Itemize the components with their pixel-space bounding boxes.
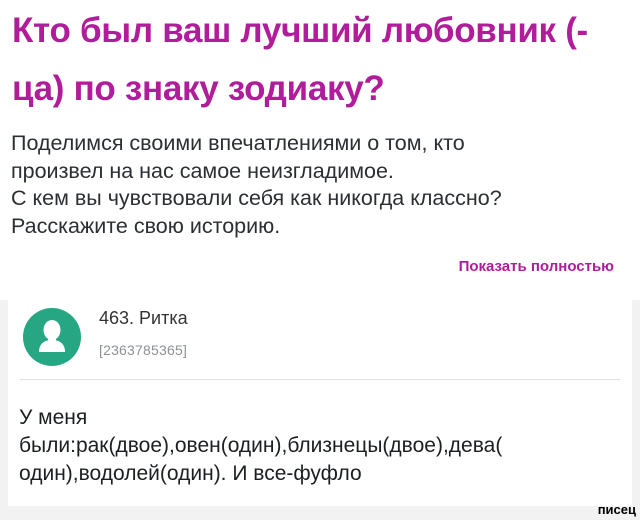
post-body-line: Расскажите свою историю. <box>11 213 281 238</box>
comment-card: 463. Ритка [2363785365] У меня были:рак(… <box>8 300 632 506</box>
comment-line: один),водолей(один). И все-фуфло <box>19 462 362 485</box>
post-body-line: Поделимся своими впечатлениями о том, кт… <box>11 131 465 155</box>
post-title-line: ца) по знаку зодиаку? <box>12 69 385 108</box>
comment-text: У меня были:рак(двое),овен(один),близнец… <box>19 404 629 488</box>
post-body-line: произвел на нас самое неизгладимое. <box>11 158 394 183</box>
comment-line: были:рак(двое),овен(один),близнецы(двое)… <box>19 434 503 457</box>
watermark: писец <box>597 502 636 517</box>
divider <box>20 379 620 380</box>
post-title-line: Кто был ваш лучший любовник (- <box>12 11 588 50</box>
comment-author[interactable]: 463. Ритка <box>99 308 188 329</box>
post-body-line: С кем вы чувствовали себя как никогда кл… <box>11 186 502 210</box>
comment-user-id: [2363785365] <box>99 342 188 358</box>
user-silhouette-icon[interactable] <box>23 308 81 366</box>
post-body: Поделимся своими впечатлениями о том, кт… <box>11 130 631 240</box>
comment-line: У меня <box>19 406 88 429</box>
post-title: Кто был ваш лучший любовник (- ца) по зн… <box>12 2 632 118</box>
show-more-link[interactable]: Показать полностью <box>459 258 614 275</box>
post-card: Кто был ваш лучший любовник (- ца) по зн… <box>0 0 640 300</box>
